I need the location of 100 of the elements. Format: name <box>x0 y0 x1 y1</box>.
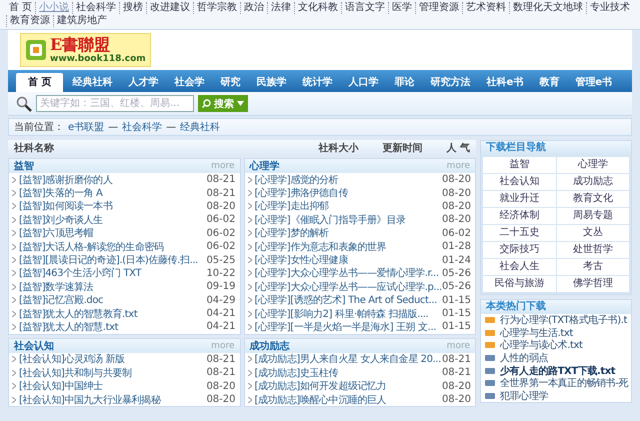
book-link[interactable]: [心理学][诱惑的艺术] The Art of Seduct... <box>254 293 442 308</box>
book-link[interactable]: [社会认知]共和制与共要制 <box>19 366 206 380</box>
book-link[interactable]: [益智]感谢折磨你的人 <box>19 172 206 187</box>
book-link[interactable]: [心理学]感觉的分析 <box>254 172 442 187</box>
panel-title: 本类热门下载 <box>481 300 631 314</box>
top-link[interactable]: 语言文字 <box>341 2 388 14</box>
panel-title[interactable]: 心理学 <box>250 159 447 173</box>
nav-tab[interactable]: 民族学 <box>249 74 294 92</box>
category-link[interactable]: 社会认知 <box>483 174 556 190</box>
bullet-icon <box>248 396 252 403</box>
book-link[interactable]: [心理学]走出抑郁 <box>254 199 442 214</box>
download-link[interactable]: 行为心理学(TXT格式电子书).t <box>481 314 631 327</box>
nav-tab[interactable]: 罪论 <box>387 74 422 92</box>
book-link[interactable]: [益智]记忆宫殿.doc <box>19 293 206 308</box>
book-link[interactable]: [心理学]女性心理健康 <box>254 253 442 268</box>
book-link[interactable]: [心理学]大众心理学丛书——应试心理学.p... <box>254 280 442 294</box>
book-link[interactable]: [心理学]作为意志和表象的世界 <box>254 240 442 254</box>
download-link[interactable]: 心理学与生活.txt <box>481 326 631 340</box>
top-link[interactable]: 艺术资料 <box>462 2 510 14</box>
top-link[interactable]: 搜榜 <box>119 2 146 14</box>
top-link[interactable]: 政治 <box>240 2 268 14</box>
top-link[interactable]: 法律 <box>267 2 294 14</box>
nav-tab[interactable]: 社会学 <box>167 74 212 92</box>
breadcrumb-link[interactable]: e书联盟 <box>68 120 104 134</box>
top-link[interactable]: 建筑房地产 <box>53 15 110 27</box>
nav-tab[interactable]: 教育 <box>532 74 566 92</box>
download-link[interactable]: 心理学与读心术.txt <box>481 339 631 352</box>
panel-title[interactable]: 益智 <box>14 159 212 173</box>
book-link[interactable]: [益智]如何阅读一本书 <box>19 199 206 214</box>
top-link[interactable]: 管理资源 <box>415 2 462 14</box>
nav-tab[interactable]: 研究 <box>213 74 248 92</box>
top-link[interactable]: 教育资源 <box>6 15 53 27</box>
download-link[interactable]: 少有人走的路TXT下载.txt <box>481 364 631 377</box>
breadcrumb-link[interactable]: 社会科学 <box>122 120 162 134</box>
site-logo[interactable]: E書聯盟 www.book118.com <box>20 33 151 67</box>
date-text: 08-20 <box>206 380 236 392</box>
category-link[interactable]: 交际技巧 <box>483 242 556 258</box>
download-link[interactable]: 犯罪心理学 <box>481 390 631 402</box>
category-link[interactable]: 民俗与旅游 <box>483 276 556 292</box>
breadcrumb-link[interactable]: 经典社科 <box>180 120 220 134</box>
nav-tab[interactable]: 人才学 <box>121 74 166 92</box>
nav-tab[interactable]: 研究方法 <box>423 74 478 92</box>
book-link[interactable]: [社会认知]中国九大行业暴利揭秘 <box>19 392 206 407</box>
category-link[interactable]: 周易专题 <box>556 208 629 224</box>
top-link[interactable]: 文化科教 <box>294 2 342 14</box>
book-link[interactable]: [心理学]梦的解析 <box>254 226 442 240</box>
panel-title[interactable]: 社会认知 <box>14 338 212 353</box>
category-link[interactable]: 文丛 <box>556 225 629 241</box>
book-link[interactable]: [社会认知]中国绅士 <box>19 379 206 394</box>
book-link[interactable]: [心理学][一半是火焰一半是海水] 王朔 文... <box>254 320 442 334</box>
top-link[interactable]: 哲学宗教 <box>193 2 240 14</box>
book-link[interactable]: [益智]犹太人的智慧.txt <box>19 320 206 334</box>
book-link[interactable]: [益智]数学速算法 <box>19 280 206 294</box>
nav-tab[interactable]: 首 页 <box>16 73 64 92</box>
nav-tab[interactable]: 社科e书 <box>479 74 530 92</box>
book-link[interactable]: [心理学][影响力2] 科里·帕特森 扫描版.... <box>254 306 442 321</box>
category-link[interactable]: 处世哲学 <box>556 242 629 258</box>
nav-tab[interactable]: 管理e书 <box>568 74 620 92</box>
book-link[interactable]: [心理学]《催眠入门指导手册》目录 <box>254 212 442 227</box>
book-link[interactable]: [益智]犹太人的智慧教育.txt <box>19 306 206 321</box>
book-link[interactable]: [成功励志]史玉柱传 <box>254 366 442 380</box>
category-link[interactable]: 成功励志 <box>556 174 629 190</box>
top-link[interactable]: 社会科学 <box>72 2 120 14</box>
nav-tab[interactable]: 经典社科 <box>65 74 120 92</box>
date-text: 08-21 <box>206 354 236 365</box>
date-text: 10-22 <box>206 268 236 279</box>
download-link[interactable]: 人性的弱点 <box>481 352 631 364</box>
category-link[interactable]: 社会人生 <box>483 259 556 275</box>
book-link[interactable]: [成功励志]如何开发超级记忆力 <box>254 379 442 394</box>
book-link[interactable]: [社会认知]心灵鸡汤 新版 <box>19 352 206 366</box>
category-link[interactable]: 心理学 <box>556 157 629 173</box>
book-link[interactable]: [心理学]大众心理学丛书——爱情心理学.r... <box>254 266 442 280</box>
category-link[interactable]: 就业升迁 <box>483 191 556 207</box>
category-link[interactable]: 二十五史 <box>483 225 556 241</box>
download-link[interactable]: 全世界第一本真正的畅销书-死 <box>481 376 631 390</box>
top-link[interactable]: 专业技术 <box>586 2 634 14</box>
book-link[interactable]: [成功励志]唤醒心中沉睡的巨人 <box>254 392 442 407</box>
category-link[interactable]: 教育文化 <box>556 191 629 207</box>
book-link[interactable]: [成功励志]男人来自火星 女人来自金星 20... <box>254 352 442 366</box>
category-link[interactable]: 考古 <box>556 259 629 275</box>
category-link[interactable]: 经济体制 <box>483 208 556 224</box>
category-link[interactable]: 佛学哲理 <box>556 276 629 292</box>
breadcrumb-label: 当前位置： <box>14 120 64 134</box>
search-field[interactable]: 关键字如：三国、红楼、周易... <box>36 95 194 112</box>
book-link[interactable]: [益智]大话人格-解读您的生命密码 <box>19 240 206 254</box>
panel-title[interactable]: 成功励志 <box>250 338 447 353</box>
category-link[interactable]: 益智 <box>483 157 556 173</box>
top-link[interactable]: 医学 <box>388 2 416 14</box>
top-link[interactable]: 改进建议 <box>146 2 194 14</box>
book-link[interactable]: [益智]六顶思考帽 <box>19 226 206 240</box>
nav-tab[interactable]: 人口学 <box>341 74 386 92</box>
top-link[interactable]: 数理化天文地球 <box>509 2 586 14</box>
book-link[interactable]: [益智]刘少奇谈人生 <box>19 212 206 227</box>
bullet-icon <box>12 216 16 223</box>
book-link[interactable]: [益智][晨读日记的奇迹].(日本)佐藤传.扫... <box>19 253 206 268</box>
book-link[interactable]: [益智]失落的一角 A <box>19 186 206 200</box>
book-link[interactable]: [心理学]弗洛伊德自传 <box>254 186 442 200</box>
nav-tab[interactable]: 统计学 <box>295 74 340 92</box>
book-link[interactable]: [益智]463个生活小窍门 TXT <box>19 266 206 280</box>
top-link[interactable]: 首 页 <box>6 2 36 14</box>
